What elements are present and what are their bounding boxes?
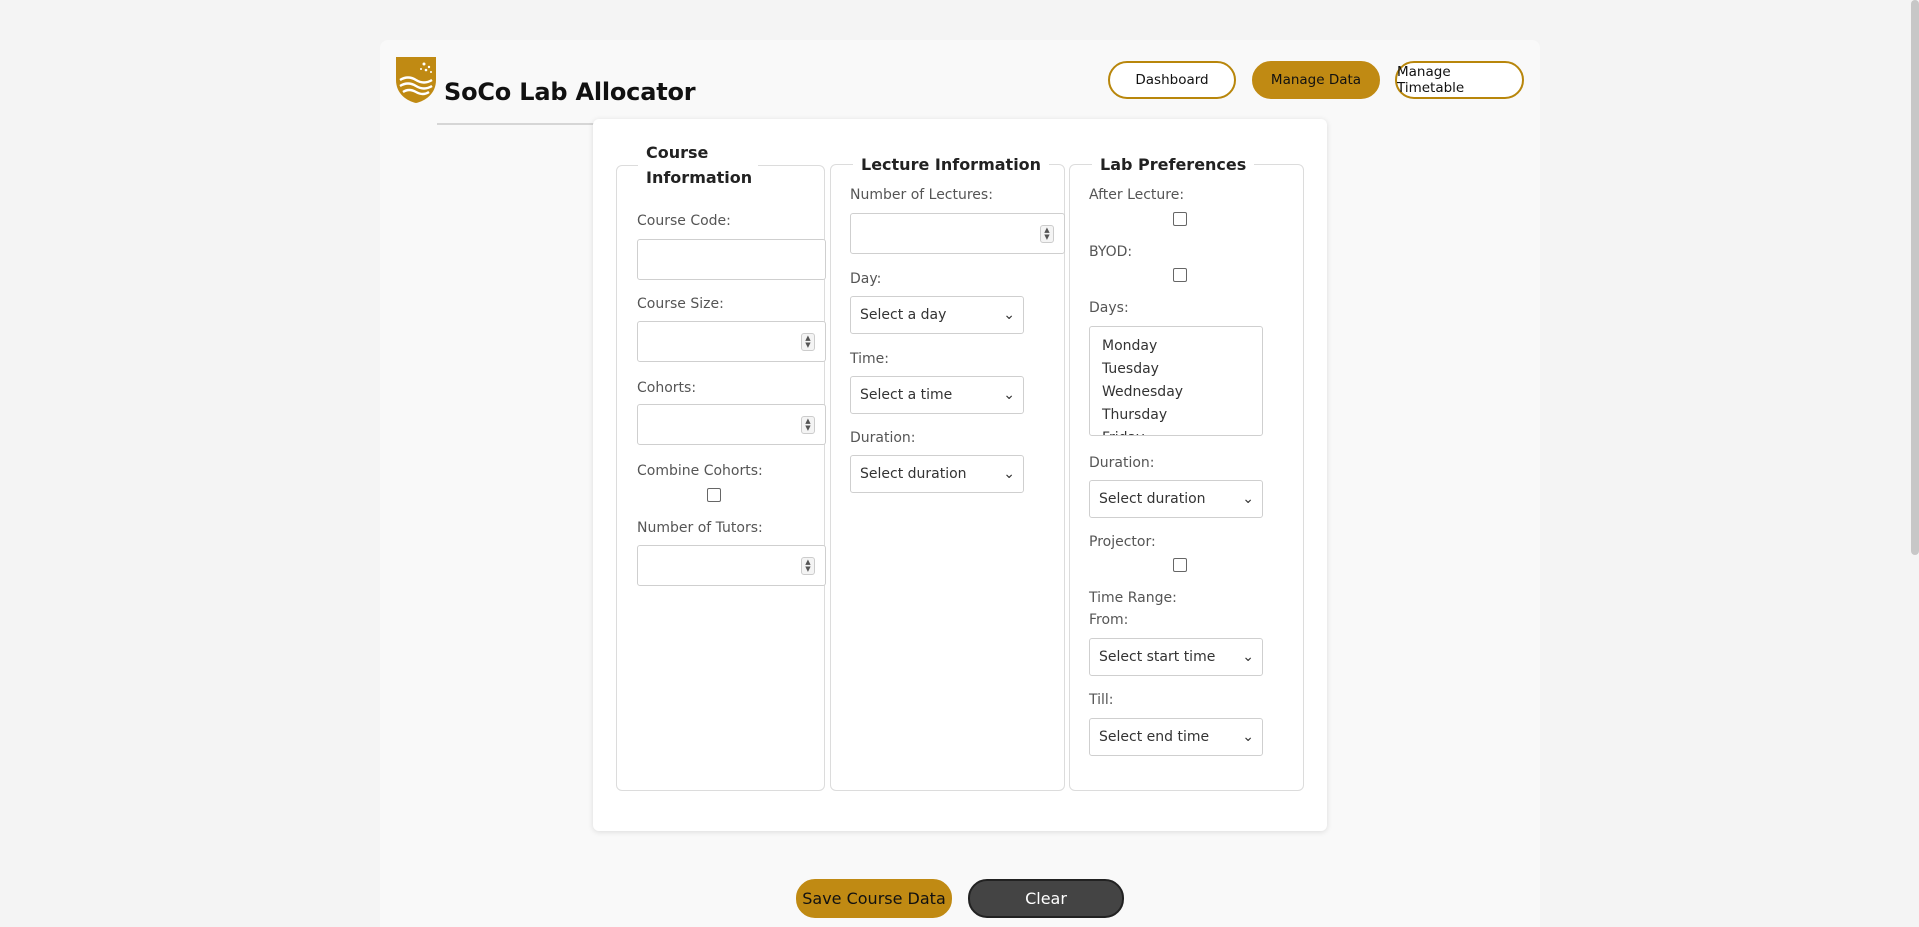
course-size-stepper-icon[interactable]: ▲ ▼	[801, 333, 815, 351]
chevron-down-icon: ⌄	[1003, 466, 1015, 482]
university-crest-icon	[396, 57, 436, 103]
end-time-select[interactable]: Select end time ⌄	[1089, 718, 1263, 756]
page-scrollbar[interactable]	[1911, 0, 1919, 555]
from-label: From:	[1089, 612, 1129, 628]
manage-timetable-button[interactable]: Manage Timetable	[1395, 61, 1524, 99]
lecture-time-label: Time:	[850, 351, 889, 367]
chevron-down-icon: ⌄	[1242, 649, 1254, 665]
cohorts-label: Cohorts:	[637, 380, 697, 396]
save-course-data-button[interactable]: Save Course Data	[796, 879, 952, 918]
lecture-duration-value: Select duration	[860, 466, 967, 482]
day-option-monday[interactable]: Monday	[1102, 335, 1262, 358]
app-title: SoCo Lab Allocator	[444, 78, 696, 106]
lecture-duration-select[interactable]: Select duration ⌄	[850, 455, 1024, 493]
dashboard-button[interactable]: Dashboard	[1108, 61, 1236, 99]
manage-data-button[interactable]: Manage Data	[1252, 61, 1380, 99]
lab-days-label: Days:	[1089, 300, 1129, 316]
brand: SoCo Lab Allocator	[395, 56, 696, 106]
combine-cohorts-checkbox[interactable]	[707, 488, 721, 502]
byod-checkbox[interactable]	[1173, 268, 1187, 282]
lab-days-listbox[interactable]: Monday Tuesday Wednesday Thursday Friday	[1089, 326, 1263, 436]
num-lectures-stepper-icon[interactable]: ▲ ▼	[1040, 225, 1054, 243]
start-time-value: Select start time	[1099, 649, 1216, 665]
lecture-information-legend: Lecture Information	[861, 155, 1042, 174]
projector-label: Projector:	[1089, 534, 1156, 550]
lecture-day-label: Day:	[850, 271, 882, 287]
till-label: Till:	[1089, 692, 1114, 708]
chevron-down-icon: ⌄	[1242, 491, 1254, 507]
day-option-friday[interactable]: Friday	[1102, 427, 1262, 435]
end-time-value: Select end time	[1099, 729, 1210, 745]
combine-cohorts-label: Combine Cohorts:	[637, 463, 763, 479]
day-option-tuesday[interactable]: Tuesday	[1102, 358, 1262, 381]
cohorts-stepper-icon[interactable]: ▲ ▼	[801, 416, 815, 434]
tutors-input[interactable]: ▲ ▼	[637, 545, 826, 586]
num-lectures-label: Number of Lectures:	[850, 187, 993, 203]
chevron-down-icon: ⌄	[1003, 307, 1015, 323]
byod-label: BYOD:	[1089, 244, 1133, 260]
cohorts-input[interactable]: ▲ ▼	[637, 404, 826, 445]
lecture-day-select[interactable]: Select a day ⌄	[850, 296, 1024, 334]
chevron-down-icon: ⌄	[1003, 387, 1015, 403]
lecture-time-value: Select a time	[860, 387, 953, 403]
lab-duration-select[interactable]: Select duration ⌄	[1089, 480, 1263, 518]
chevron-down-icon: ⌄	[1242, 729, 1254, 745]
lecture-day-value: Select a day	[860, 307, 947, 323]
day-option-thursday[interactable]: Thursday	[1102, 404, 1262, 427]
day-option-wednesday[interactable]: Wednesday	[1102, 381, 1262, 404]
tutors-label: Number of Tutors:	[637, 520, 763, 536]
lecture-time-select[interactable]: Select a time ⌄	[850, 376, 1024, 414]
projector-checkbox[interactable]	[1173, 558, 1187, 572]
after-lecture-label: After Lecture:	[1089, 187, 1185, 203]
course-code-label: Course Code:	[637, 213, 731, 229]
clear-button[interactable]: Clear	[968, 879, 1124, 918]
tutors-stepper-icon[interactable]: ▲ ▼	[801, 557, 815, 575]
lecture-duration-label: Duration:	[850, 430, 916, 446]
after-lecture-checkbox[interactable]	[1173, 212, 1187, 226]
lab-duration-value: Select duration	[1099, 491, 1206, 507]
course-size-input[interactable]: ▲ ▼	[637, 321, 826, 362]
time-range-label: Time Range:	[1089, 590, 1177, 606]
course-information-legend: Course Information	[638, 140, 758, 190]
num-lectures-input[interactable]: ▲ ▼	[850, 213, 1065, 254]
lab-duration-label: Duration:	[1089, 455, 1155, 471]
course-size-label: Course Size:	[637, 296, 724, 312]
course-code-input[interactable]	[637, 239, 826, 280]
lab-preferences-legend: Lab Preferences	[1100, 155, 1247, 174]
start-time-select[interactable]: Select start time ⌄	[1089, 638, 1263, 676]
